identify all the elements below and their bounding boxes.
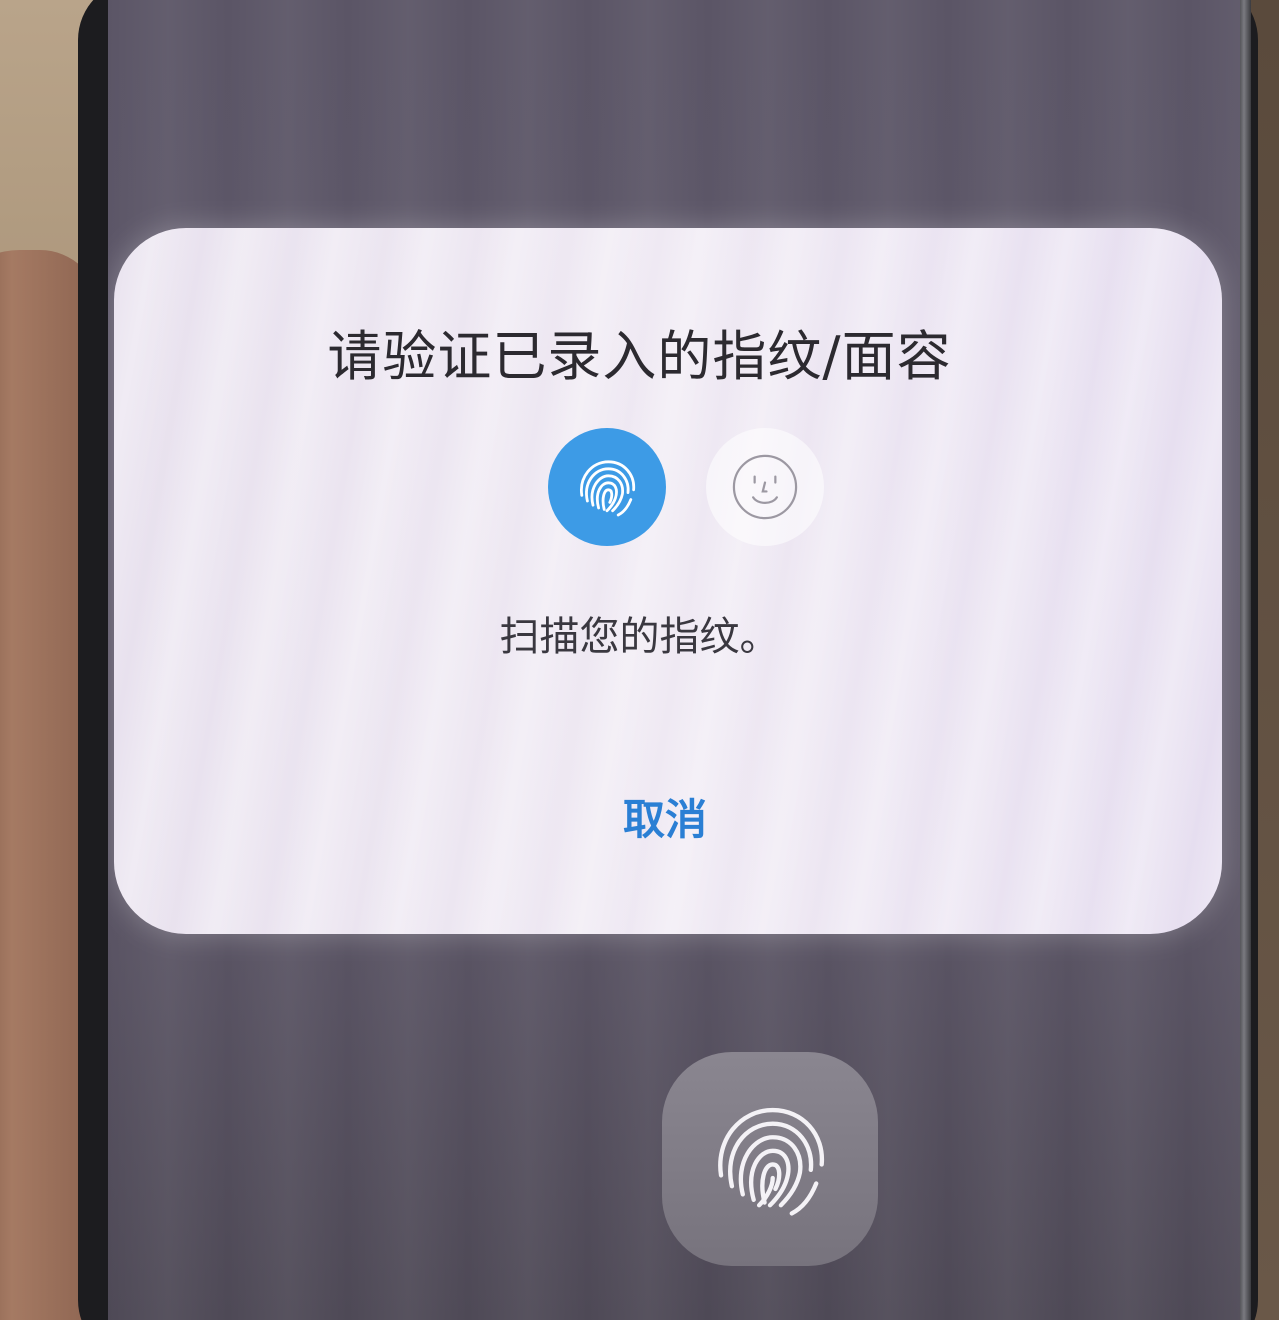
dialog-status-text: 扫描您的指纹。: [499, 614, 780, 660]
face-method-button[interactable]: [706, 428, 824, 546]
cancel-button[interactable]: 取消: [560, 782, 770, 858]
fingerprint-sensor[interactable]: [662, 1052, 878, 1266]
face-icon: [732, 454, 798, 520]
fingerprint-method-button[interactable]: [548, 428, 666, 546]
fingerprint-icon: [580, 460, 636, 517]
auth-method-switcher: [548, 428, 824, 548]
photo-scene: 请验证已录入的指纹/面容 扫描您的指纹。 取消: [0, 0, 1279, 1320]
fingerprint-icon: [718, 1107, 824, 1216]
dialog-title: 请验证已录入的指纹/面容: [327, 325, 952, 388]
